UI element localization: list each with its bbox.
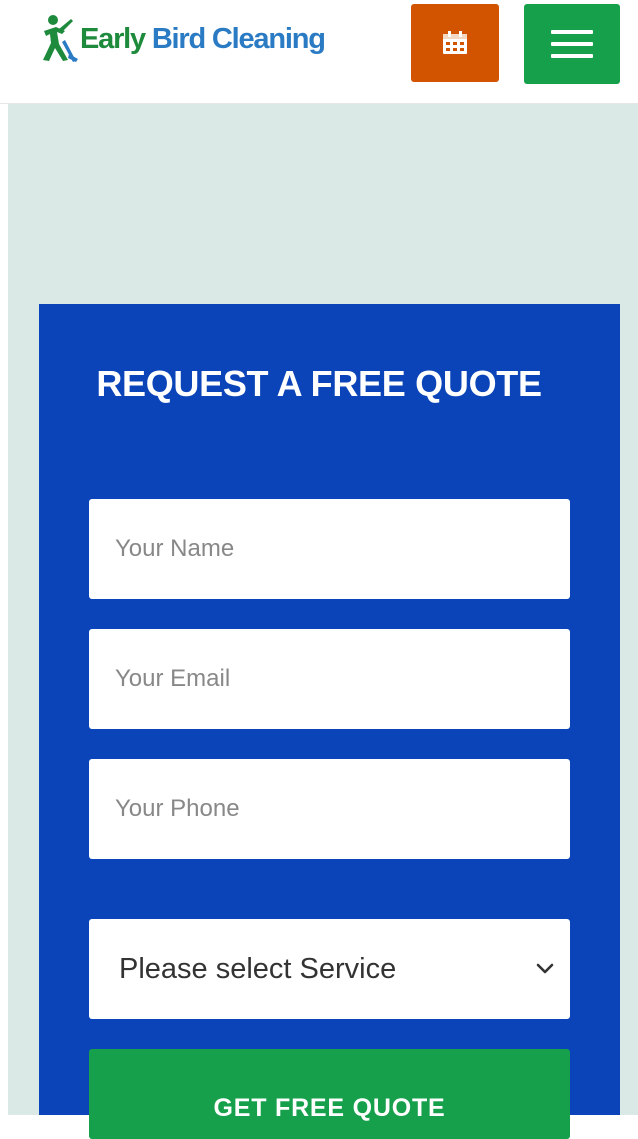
calendar-button[interactable] — [411, 4, 499, 82]
hamburger-menu-icon-bar — [551, 54, 593, 58]
bird-cleaner-logo-icon — [43, 15, 78, 62]
quote-form-title: REQUEST A FREE QUOTE — [96, 363, 542, 404]
service-select-value: Please select Service — [119, 952, 397, 985]
hamburger-menu-icon — [551, 30, 593, 34]
get-free-quote-button[interactable]: GET FREE QUOTE — [89, 1049, 570, 1139]
menu-button[interactable] — [524, 4, 620, 84]
phone-input[interactable] — [89, 759, 570, 859]
site-logo[interactable]: Early Bird Cleaning — [38, 14, 326, 62]
hamburger-menu-icon-bar — [551, 42, 593, 46]
email-input[interactable] — [89, 629, 570, 729]
logo-word-early: Early — [80, 22, 146, 55]
chevron-down-icon — [536, 963, 554, 974]
name-input[interactable] — [89, 499, 570, 599]
logo-word-bird-cleaning: Bird Cleaning — [151, 22, 326, 55]
calendar-icon — [443, 31, 467, 54]
site-header: Early Bird Cleaning — [0, 0, 638, 104]
logo-text: Early Bird Cleaning — [80, 22, 326, 56]
service-select[interactable]: Please select Service — [89, 919, 570, 1019]
